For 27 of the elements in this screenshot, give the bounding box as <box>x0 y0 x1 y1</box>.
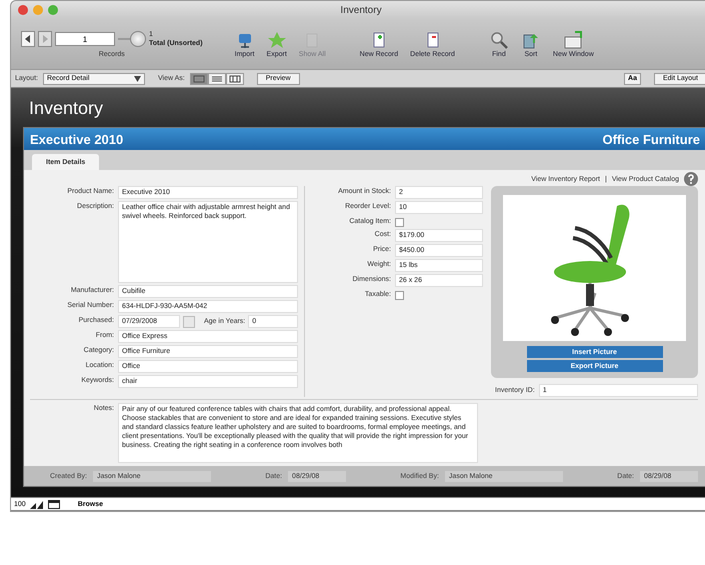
checkbox[interactable] <box>395 218 404 227</box>
view-icon <box>228 74 241 82</box>
window-title: Inventory <box>340 4 382 16</box>
toolbar-icon <box>563 30 584 48</box>
view-button[interactable] <box>190 72 208 84</box>
record-category: Office Furniture <box>602 132 700 146</box>
right-arrow-icon <box>41 35 49 43</box>
view-icon <box>210 74 223 82</box>
view-button[interactable] <box>226 72 244 84</box>
previous-record-button[interactable] <box>21 31 35 47</box>
toolbar-icon <box>488 30 509 48</box>
view-icon <box>192 74 205 82</box>
zoom-button[interactable] <box>48 5 58 15</box>
checkbox[interactable] <box>395 291 404 300</box>
toolbar-icon <box>266 30 287 48</box>
help-icon[interactable] <box>684 172 698 186</box>
record-number-field[interactable]: 1 <box>55 32 115 46</box>
caret-icon <box>134 76 141 82</box>
view-button[interactable] <box>208 72 226 84</box>
zoom-icon[interactable] <box>30 500 44 508</box>
close-button[interactable] <box>18 5 28 15</box>
left-arrow-icon <box>24 35 32 43</box>
calendar-icon[interactable] <box>183 316 195 328</box>
page-title: Inventory <box>28 97 104 120</box>
record-slider-thumb[interactable] <box>130 31 146 47</box>
record-name: Executive 2010 <box>30 132 124 146</box>
toolbar-toggle-icon[interactable] <box>48 500 60 508</box>
